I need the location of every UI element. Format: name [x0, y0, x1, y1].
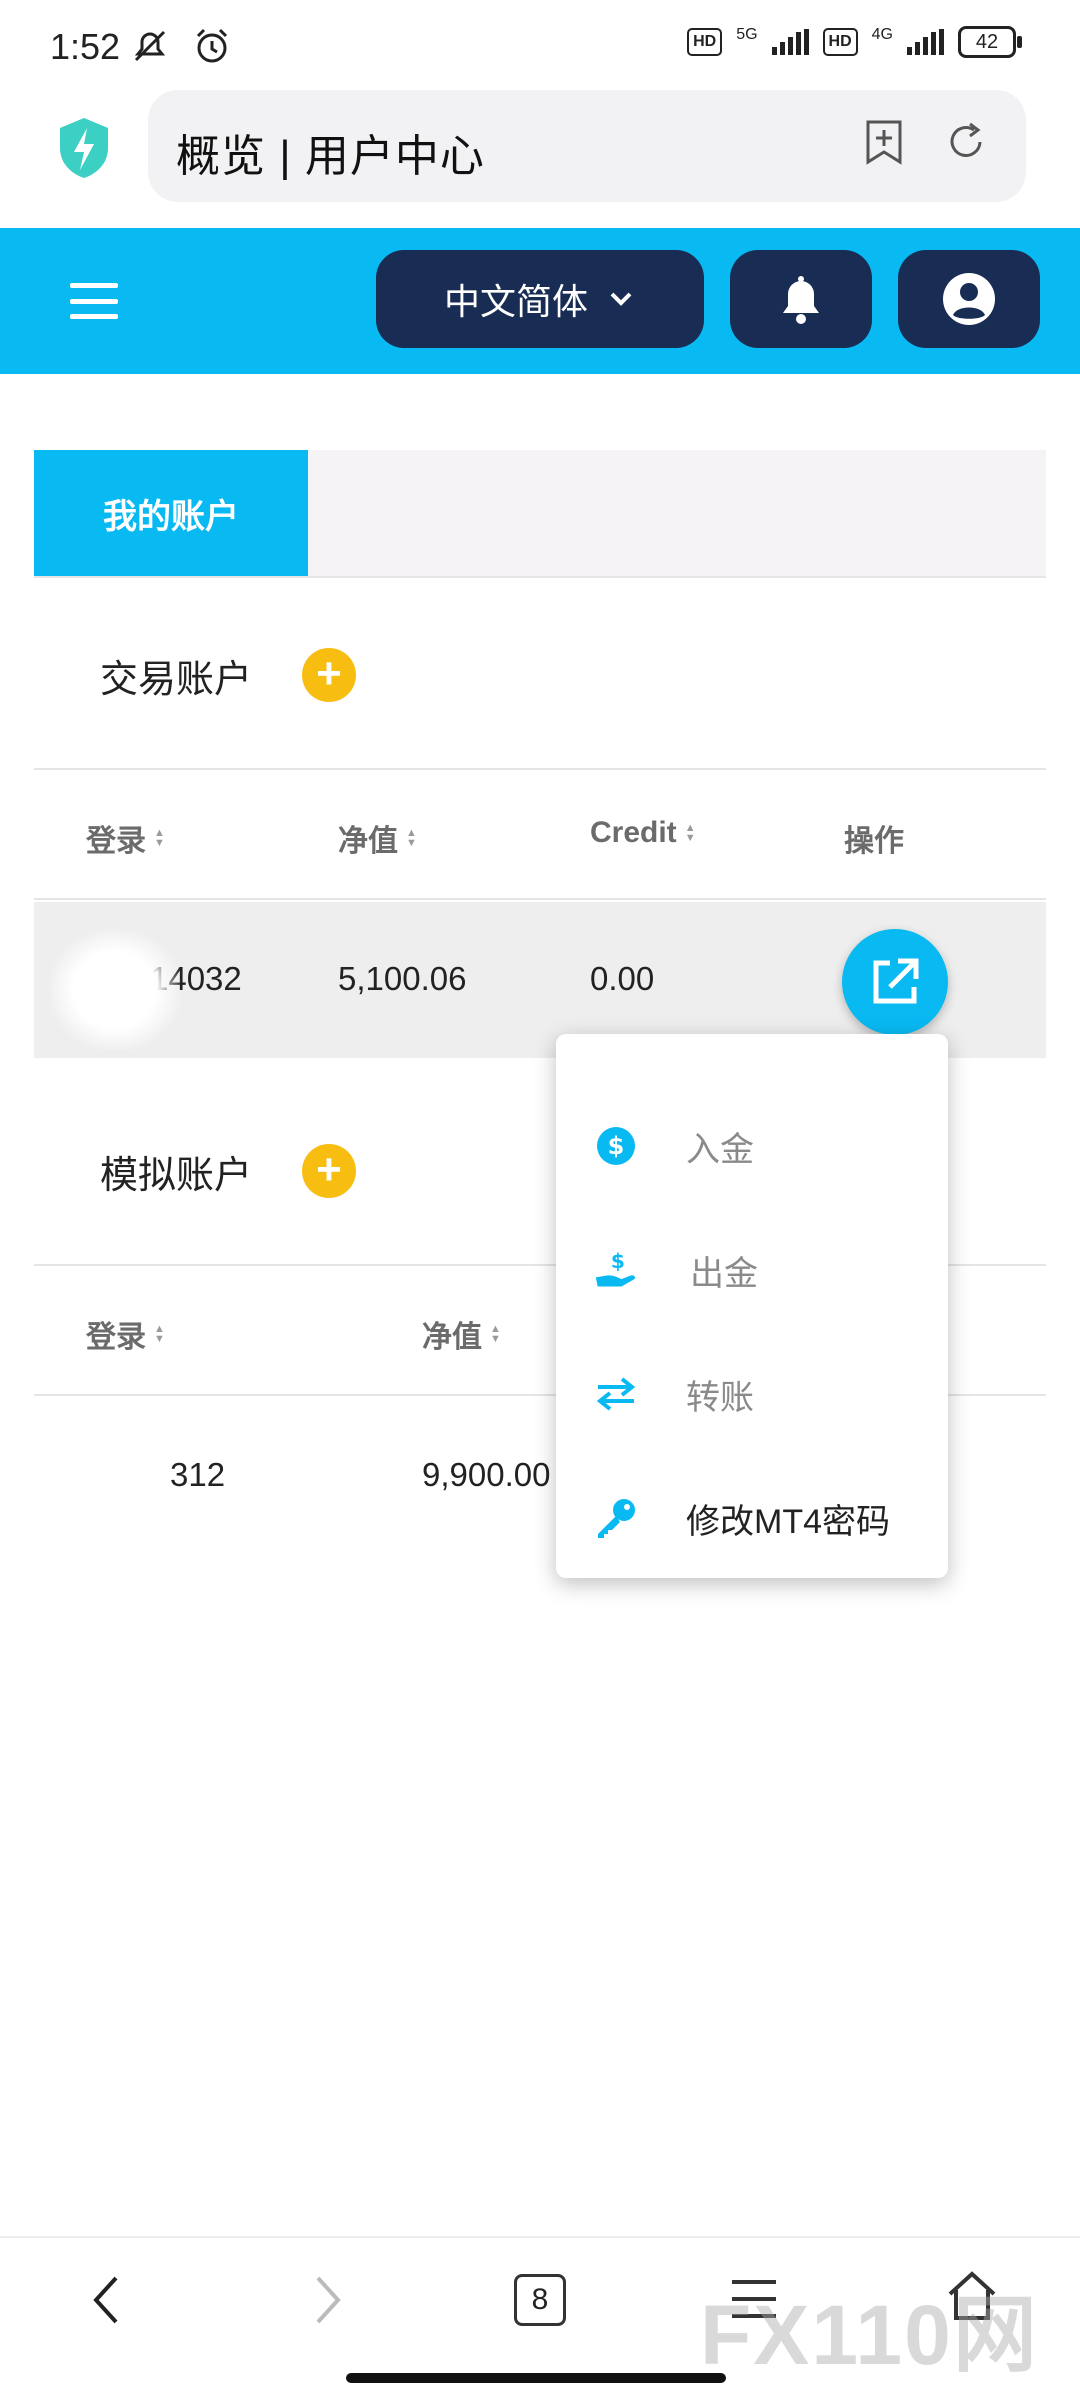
status-time: 1:52 [50, 26, 121, 67]
demo-equity-cell: 9,900.00 [422, 1456, 551, 1493]
demo-login-cell: 312 [170, 1456, 226, 1493]
column-equity[interactable]: 净值 ▲ ▼ [338, 816, 417, 860]
trading-accounts-title: 交易账户 [100, 659, 253, 701]
dollar-circle-icon: $ [597, 1127, 635, 1165]
shield-bolt-icon[interactable] [56, 116, 112, 180]
add-bookmark-icon[interactable] [858, 116, 910, 168]
forward-icon[interactable] [308, 2270, 348, 2330]
menu-icon[interactable] [70, 283, 118, 319]
menu-item-deposit[interactable]: $ 入金 [556, 1086, 948, 1206]
battery-icon: 42 [958, 26, 1022, 58]
sort-icon: ▲ ▼ [684, 822, 696, 844]
signal-bars-icon [771, 29, 809, 55]
transfer-arrows-icon [596, 1377, 636, 1411]
mute-notifications-icon [134, 30, 166, 62]
demo-accounts-title: 模拟账户 [100, 1155, 253, 1197]
user-circle-icon [943, 273, 995, 325]
menu-item-withdraw[interactable]: $ 出金 [556, 1210, 948, 1330]
bell-icon [783, 276, 819, 324]
sort-icon: ▲ ▼ [490, 1323, 501, 1345]
notifications-button[interactable] [730, 250, 872, 348]
hand-dollar-icon: $ [595, 1249, 636, 1287]
tabs-count-button[interactable]: 8 [514, 2274, 566, 2326]
trading-credit-cell: 0.00 [590, 960, 655, 997]
divider [34, 768, 1046, 770]
page-title[interactable]: 概览 | 用户中心 [176, 120, 485, 184]
hd-badge: HD [687, 28, 723, 56]
watermark: FX110网 [700, 2288, 1039, 2382]
sort-icon: ▲ ▼ [154, 827, 165, 849]
language-selector[interactable]: 中文简体 [376, 250, 704, 348]
row-actions-button[interactable] [842, 929, 948, 1035]
menu-item-change-password[interactable]: 修改MT4密码 [556, 1458, 948, 1578]
actions-dropdown-menu: $ 入金 $ 出金 转账 修改MT4密码 [556, 1034, 948, 1578]
svg-text:$: $ [611, 1249, 625, 1273]
network-label-4g: 4G [871, 26, 893, 43]
add-trading-account-button[interactable]: + [302, 648, 356, 702]
demo-column-login[interactable]: 登录 ▲ ▼ [86, 1312, 165, 1356]
tab-my-accounts[interactable]: 我的账户 [34, 450, 308, 576]
alarm-icon [196, 28, 228, 63]
column-login[interactable]: 登录 ▲ ▼ [86, 816, 165, 860]
network-label-5g: 5G [736, 26, 758, 43]
divider [34, 898, 1046, 900]
trading-equity-cell: 5,100.06 [338, 960, 467, 997]
chevron-down-icon [610, 292, 632, 306]
menu-item-transfer[interactable]: 转账 [556, 1334, 948, 1454]
external-link-icon [873, 958, 919, 1004]
add-demo-account-button[interactable]: + [302, 1144, 356, 1198]
user-profile-button[interactable] [898, 250, 1040, 348]
hd-badge-2: HD [822, 28, 858, 56]
svg-text:$: $ [608, 1132, 625, 1160]
key-icon [598, 1499, 635, 1538]
back-icon[interactable] [86, 2270, 126, 2330]
refresh-icon[interactable] [940, 116, 992, 168]
sort-icon: ▲ ▼ [406, 827, 417, 849]
redaction-blur [50, 930, 180, 1050]
column-credit[interactable]: Credit ▲ ▼ [590, 816, 696, 850]
sort-icon: ▲ ▼ [154, 1323, 165, 1345]
demo-column-equity[interactable]: 净值 ▲ ▼ [422, 1312, 501, 1356]
gesture-home-bar[interactable] [346, 2373, 726, 2383]
signal-bars-icon-2 [907, 29, 944, 55]
language-label: 中文简体 [443, 281, 588, 322]
column-actions: 操作 [844, 825, 904, 858]
